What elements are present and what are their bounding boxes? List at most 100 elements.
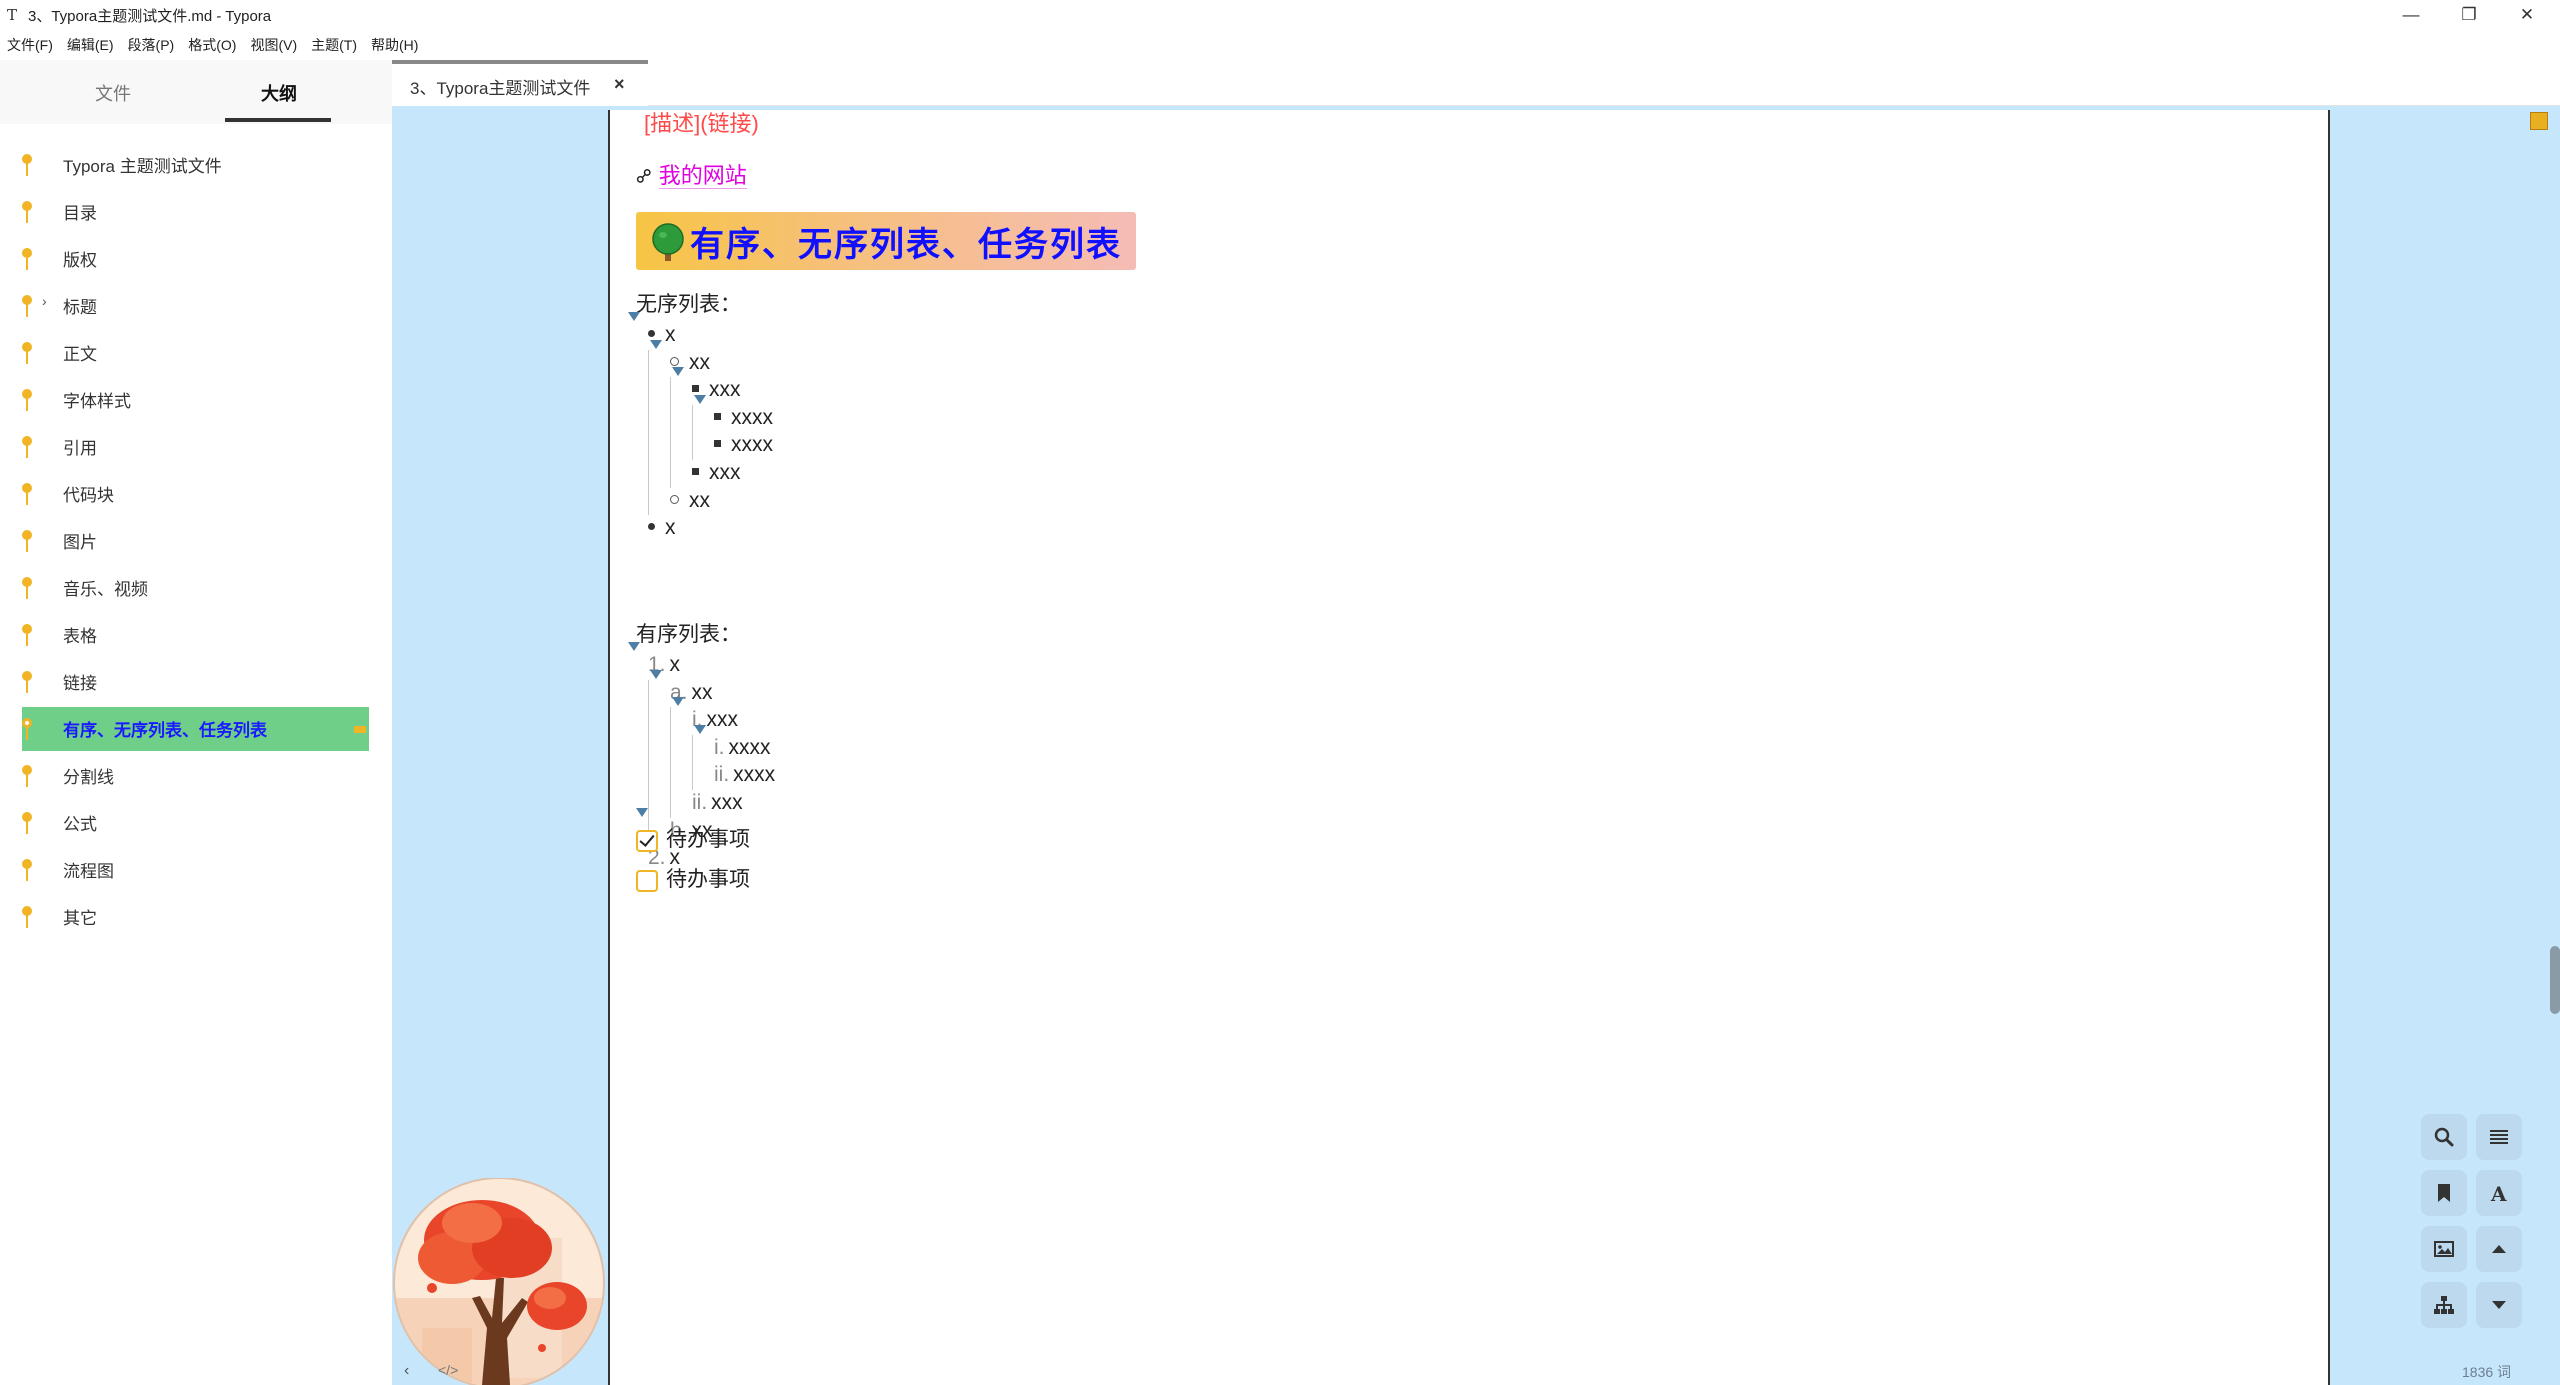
ordered-list-item[interactable]: i. xxxx	[694, 724, 771, 763]
close-window-button[interactable]: ✕	[2498, 0, 2556, 30]
collapse-toggle-icon[interactable]	[694, 394, 706, 404]
outline-pin-stem	[26, 162, 28, 176]
word-count[interactable]: 1836 词	[2462, 1362, 2511, 1382]
outline-item-label: 链接	[63, 674, 97, 693]
outline-item[interactable]: 版权	[0, 234, 392, 281]
outline-item-label: Typora 主题测试文件	[63, 157, 222, 176]
outline-item[interactable]: 流程图	[0, 845, 392, 892]
outline-item[interactable]: 公式	[0, 798, 392, 845]
task-list-item[interactable]: 待办事项	[636, 864, 750, 896]
collapse-toggle-icon[interactable]	[636, 808, 648, 817]
search-button[interactable]	[2421, 1114, 2467, 1160]
unordered-list-item[interactable]: xxx	[692, 458, 741, 488]
ordered-list-item[interactable]: ii. xxx	[692, 788, 743, 818]
sitemap-button[interactable]	[2421, 1282, 2467, 1328]
menu-format[interactable]: 格式(O)	[181, 32, 243, 58]
collapse-toggle-icon[interactable]	[672, 697, 684, 707]
task-checkbox[interactable]	[636, 870, 658, 892]
collapse-toggle-icon[interactable]	[628, 642, 640, 651]
collapse-toggle-icon[interactable]	[694, 724, 706, 734]
outline-item[interactable]: 正文	[0, 328, 392, 375]
outline-item-label: 音乐、视频	[63, 580, 148, 599]
restore-button[interactable]: ❐	[2440, 0, 2498, 30]
task-list-item[interactable]: 待办事项	[636, 824, 750, 856]
outline-item[interactable]: 其它	[0, 892, 392, 939]
scroll-down-button[interactable]	[2476, 1282, 2522, 1328]
expand-chevron-icon[interactable]: ›	[42, 293, 47, 309]
outline-item[interactable]: 分割线	[0, 751, 392, 798]
vertical-scrollbar[interactable]	[2550, 946, 2560, 1014]
list-bullet-icon	[648, 523, 655, 531]
unordered-list-item[interactable]: xx	[670, 486, 710, 516]
outline-list: Typora 主题测试文件 目录版权 › 标题正文字体样式引用 代码块 图片音乐、视频表格…	[0, 140, 392, 939]
list-item-text: xxx	[709, 461, 741, 484]
outline-item-label: 有序、无序列表、任务列表	[63, 721, 267, 740]
outline-pin-stem	[26, 820, 28, 834]
collapse-toggle-icon[interactable]	[650, 339, 662, 349]
scroll-up-button[interactable]	[2476, 1226, 2522, 1272]
outline-item-label: 字体样式	[63, 392, 131, 411]
task-checkbox[interactable]	[636, 830, 658, 852]
section-heading[interactable]: 有序、无序列表、任务列表	[636, 212, 1136, 270]
outline-item[interactable]: Typora 主题测试文件	[0, 140, 392, 187]
list-number: ii.	[714, 763, 730, 787]
theme-avatar-image	[392, 1178, 607, 1385]
menu-help[interactable]: 帮助(H)	[364, 32, 425, 58]
collapse-toggle-icon[interactable]	[650, 669, 662, 679]
outline-item[interactable]: 引用	[0, 422, 392, 469]
nesting-guide-line	[692, 404, 693, 460]
menu-paragraph[interactable]: 段落(P)	[121, 32, 182, 58]
outline-item-label: 其它	[63, 909, 97, 928]
source-code-toggle-icon[interactable]: </>	[438, 1362, 458, 1378]
outline-item[interactable]: 表格	[0, 610, 392, 657]
outline-item-label: 表格	[63, 627, 97, 646]
outline-item[interactable]: 代码块	[0, 469, 392, 516]
font-button[interactable]: A	[2476, 1170, 2522, 1216]
ordered-list-item[interactable]: ii. xxxx	[714, 760, 775, 790]
editor-content-column[interactable]: [描述](链接) ⚯我的网站 有序、无序列表、任务列表 无序列表： x xx xxx…	[608, 110, 2330, 1385]
task-text: 待办事项	[666, 868, 750, 891]
outline-item[interactable]: › 标题	[0, 281, 392, 328]
collapse-toggle-icon[interactable]	[628, 312, 640, 321]
outline-item[interactable]: 有序、无序列表、任务列表	[0, 704, 392, 751]
menu-file[interactable]: 文件(F)	[0, 32, 60, 58]
image-button[interactable]	[2421, 1226, 2467, 1272]
list-item-text: xxxx	[731, 433, 773, 457]
unordered-list-item[interactable]: xxxx	[694, 394, 773, 433]
menu-view[interactable]: 视图(V)	[243, 32, 304, 58]
outline-pin-stem	[26, 303, 28, 317]
unordered-list-item[interactable]: x	[648, 513, 676, 543]
menu-edit[interactable]: 编辑(E)	[60, 32, 121, 58]
list-item-text: xx	[691, 680, 713, 704]
document-tab-label: 3、Typora主题测试文件	[410, 79, 591, 98]
outline-item[interactable]: 目录	[0, 187, 392, 234]
sidebar: 文件 大纲 Typora 主题测试文件 目录版权 › 标题正文字体样式引用 代码块 图片音…	[0, 60, 392, 1385]
list-item-text: xxx	[709, 378, 741, 402]
outline-item[interactable]: 音乐、视频	[0, 563, 392, 610]
outline-item-label: 正文	[63, 345, 97, 364]
bookmark-button[interactable]	[2421, 1170, 2467, 1216]
unordered-list-item[interactable]: xxxx	[714, 430, 773, 460]
list-item-text: xxxx	[728, 735, 771, 759]
outline-item[interactable]: 链接	[0, 657, 392, 704]
collapse-toggle-icon[interactable]	[672, 367, 684, 377]
font-icon: A	[2490, 1182, 2507, 1205]
minimize-button[interactable]: —	[2382, 0, 2440, 30]
outline-item[interactable]: 字体样式	[0, 375, 392, 422]
outline-item-label: 公式	[63, 815, 97, 834]
outline-item[interactable]: 图片	[0, 516, 392, 563]
bookmark-marker[interactable]	[2530, 112, 2548, 130]
outline-pin-stem	[26, 679, 28, 693]
close-tab-icon[interactable]: ×	[614, 74, 625, 95]
my-website-link[interactable]: 我的网站	[658, 163, 747, 189]
menu-theme[interactable]: 主题(T)	[304, 32, 364, 58]
outline-list-button[interactable]	[2476, 1114, 2522, 1160]
tab-outline[interactable]: 大纲	[224, 80, 334, 106]
outline-item-label: 目录	[63, 204, 97, 223]
tab-files[interactable]: 文件	[58, 80, 168, 106]
document-tab[interactable]: 3、Typora主题测试文件 ×	[392, 60, 648, 106]
list-bullet-icon	[648, 329, 655, 337]
nesting-guide-line	[670, 377, 671, 488]
outline-pin-stem	[26, 444, 28, 458]
sidebar-toggle-icon[interactable]: ‹	[404, 1362, 409, 1380]
